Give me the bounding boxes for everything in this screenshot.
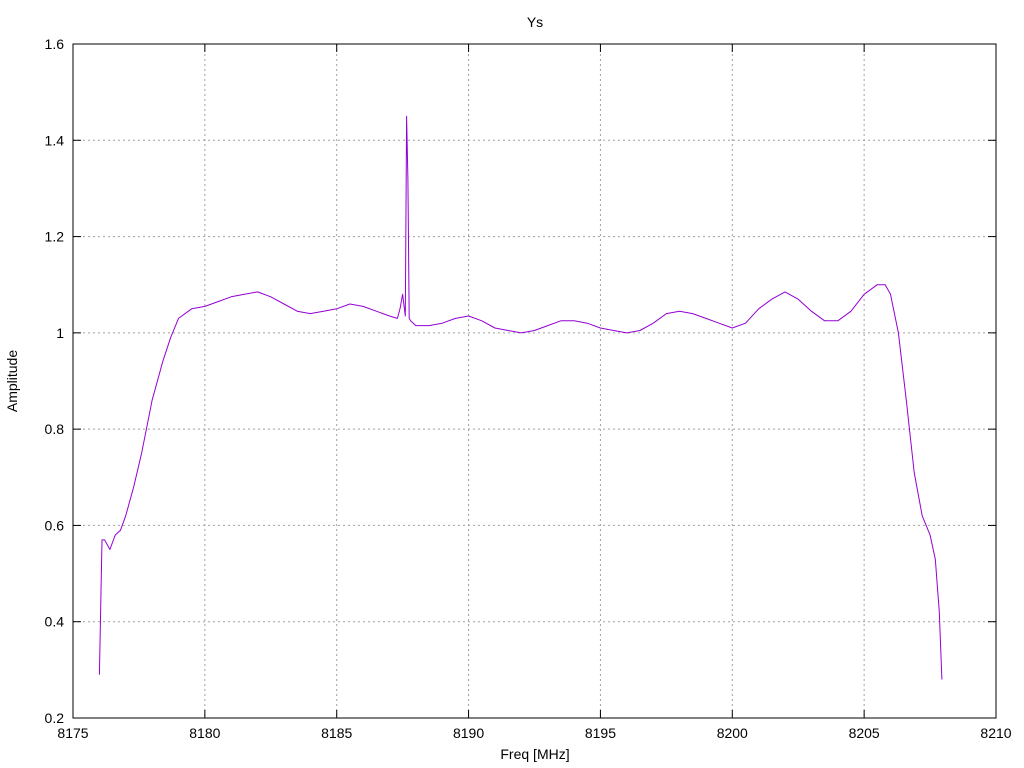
x-tick-label: 8205	[849, 725, 880, 741]
x-axis-label: Freq [MHz]	[500, 746, 569, 762]
chart-title: Ys	[527, 14, 543, 30]
chart: 8175 8180 8185 8190 8195 8200 8205 8210 0.2 0.4 0.…	[0, 0, 1024, 768]
y-tick-label: 0.8	[45, 421, 65, 437]
x-tick-label: 8195	[585, 725, 616, 741]
x-tick-label: 8185	[321, 725, 352, 741]
y-tick-label: 1.6	[45, 36, 65, 52]
y-tick-label: 0.6	[45, 517, 65, 533]
x-tick-label: 8180	[189, 725, 220, 741]
x-tick-label: 8200	[717, 725, 748, 741]
y-tick-label: 1.2	[45, 229, 65, 245]
plot-background	[0, 0, 1024, 768]
x-tick-label: 8190	[453, 725, 484, 741]
y-tick-label: 0.2	[45, 710, 65, 726]
y-axis-label: Amplitude	[4, 350, 20, 412]
y-tick-label: 1.4	[45, 132, 65, 148]
x-tick-label: 8210	[980, 725, 1011, 741]
y-tick-label: 0.4	[45, 614, 65, 630]
y-tick-label: 1	[56, 325, 64, 341]
x-tick-label: 8175	[57, 725, 88, 741]
